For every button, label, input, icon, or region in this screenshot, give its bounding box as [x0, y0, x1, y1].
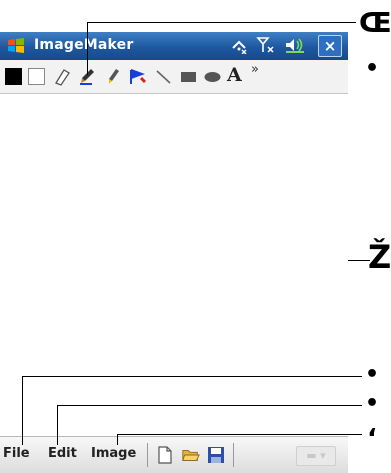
- callout-line-image: [117, 434, 362, 445]
- callout-lines: [22, 22, 370, 445]
- callout-marker-image: ‘: [367, 424, 377, 454]
- callout-line-pencil: [87, 22, 356, 75]
- callout-marker-file: •: [365, 362, 380, 387]
- callout-marker-top: Œ: [359, 6, 391, 39]
- callout-marker-edit: •: [365, 391, 380, 416]
- callout-marker-toolbar: •: [365, 56, 380, 81]
- callout-marker-canvas: Ž: [368, 238, 391, 276]
- callout-line-edit: [57, 405, 362, 445]
